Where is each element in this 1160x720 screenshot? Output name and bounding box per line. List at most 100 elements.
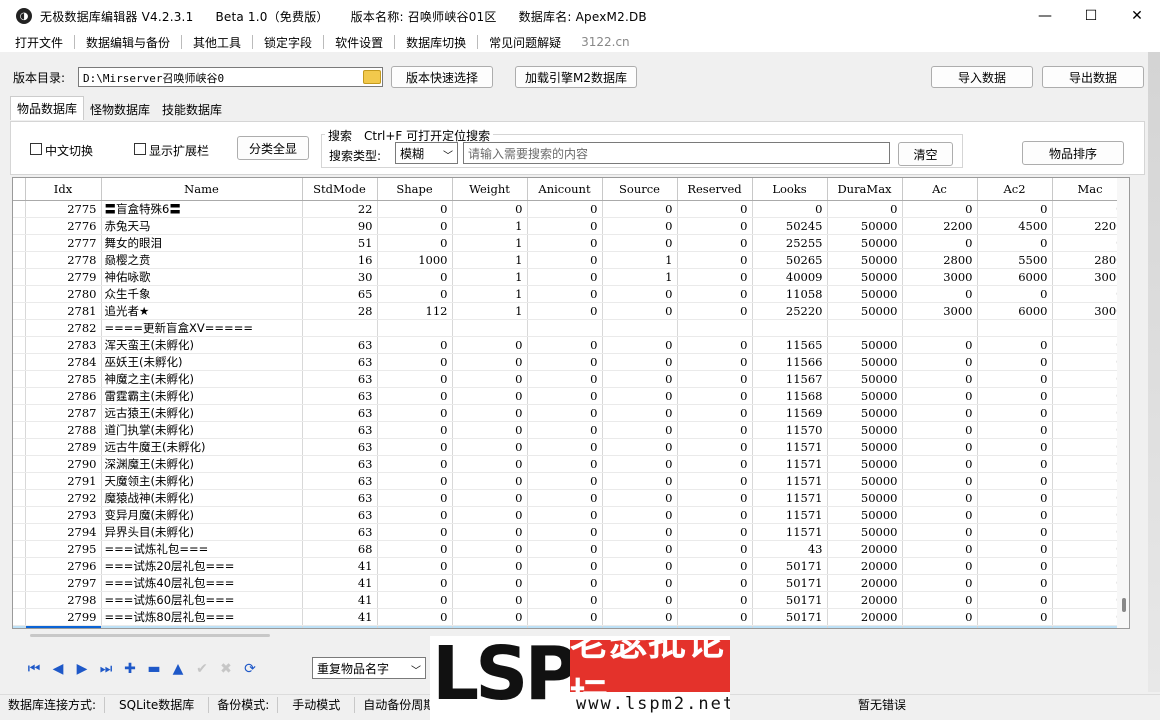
cell-ac2[interactable]: 0 — [977, 404, 1053, 422]
cell-idx[interactable]: 2789 — [25, 438, 102, 456]
cell-shape[interactable]: 0 — [377, 200, 453, 218]
cell-shape[interactable]: 0 — [377, 438, 453, 456]
cell-looks[interactable]: 11567 — [752, 370, 828, 388]
close-button[interactable]: ✕ — [1114, 0, 1160, 32]
cell-shape[interactable] — [377, 319, 453, 337]
cell-stdmode[interactable]: 63 — [302, 387, 378, 405]
cell-name[interactable]: ===试炼礼包=== — [101, 540, 303, 558]
cell-looks[interactable]: 11568 — [752, 387, 828, 405]
cell-stdmode[interactable]: 63 — [302, 438, 378, 456]
items-grid[interactable]: Idx Name StdMode Shape Weight Anicount Source R… — [12, 177, 1130, 629]
table-row[interactable]: 2789远古牛魔王(未孵化)63000001157150000000 — [13, 438, 1129, 456]
cell-reserved[interactable]: 0 — [677, 404, 753, 422]
column-header-ac[interactable]: Ac — [902, 178, 978, 201]
table-row[interactable]: 2782 ====更新盲盒XV===== — [13, 319, 1129, 337]
cell-name[interactable]: 众生千象 — [101, 285, 303, 303]
cell-idx[interactable]: 2781 — [25, 302, 102, 320]
cell-stdmode[interactable]: 41 — [302, 591, 378, 609]
cell-shape[interactable]: 0 — [377, 421, 453, 439]
column-header-name[interactable]: Name — [101, 178, 303, 201]
cell-ac2[interactable]: 0 — [977, 489, 1053, 507]
table-row[interactable]: 2795===试炼礼包===68000004320000000 — [13, 540, 1129, 558]
tab-items[interactable]: 物品数据库 — [10, 96, 85, 120]
prev-icon[interactable]: ◀ — [46, 658, 70, 680]
cell-looks[interactable]: 50171 — [752, 557, 828, 575]
scroll-thumb[interactable] — [1122, 598, 1126, 612]
cell-looks[interactable]: 11570 — [752, 421, 828, 439]
cell-reserved[interactable]: 0 — [677, 625, 753, 628]
cell-ac[interactable]: 0 — [902, 608, 978, 626]
cell-ac[interactable]: 0 — [902, 625, 978, 628]
cell-looks[interactable]: 50171 — [752, 591, 828, 609]
cell-idx[interactable]: 2787 — [25, 404, 102, 422]
row-indicator[interactable] — [13, 302, 26, 320]
cell-weight[interactable]: 0 — [452, 387, 528, 405]
cell-ac[interactable]: 0 — [902, 387, 978, 405]
cell-ac[interactable]: 0 — [902, 574, 978, 592]
cell-ac[interactable]: 0 — [902, 523, 978, 541]
cell-duramax[interactable]: 20000 — [827, 608, 903, 626]
cell-stdmode[interactable]: 41 — [302, 574, 378, 592]
cell-duramax[interactable]: 50000 — [827, 489, 903, 507]
cell-duramax[interactable]: 0 — [827, 200, 903, 218]
row-indicator[interactable] — [13, 285, 26, 303]
cell-ac[interactable]: 0 — [902, 404, 978, 422]
cell-reserved[interactable]: 0 — [677, 438, 753, 456]
cell-ac2[interactable]: 0 — [977, 336, 1053, 354]
table-row[interactable]: 2794异界头目(未孵化)63000001157150000000 — [13, 523, 1129, 541]
column-header-stdmode[interactable]: StdMode — [302, 178, 378, 201]
cell-idx[interactable]: 2776 — [25, 217, 102, 235]
up-icon[interactable]: ▲ — [166, 658, 190, 680]
row-indicator[interactable] — [13, 217, 26, 235]
cell-weight[interactable]: 0 — [452, 472, 528, 490]
cell-shape[interactable]: 0 — [377, 404, 453, 422]
column-header-anicount[interactable]: Anicount — [527, 178, 603, 201]
row-indicator[interactable] — [13, 455, 26, 473]
cell-anicount[interactable]: 0 — [527, 608, 603, 626]
table-row[interactable]: 2777舞女的眼泪51010002525550000000 — [13, 234, 1129, 252]
cell-reserved[interactable]: 0 — [677, 574, 753, 592]
cell-anicount[interactable]: 0 — [527, 625, 603, 628]
table-row[interactable]: 2797===试炼40层礼包===41000005017120000000 — [13, 574, 1129, 592]
cell-source[interactable]: 1 — [602, 251, 678, 269]
cell-source[interactable]: 0 — [602, 353, 678, 371]
cell-ac[interactable]: 0 — [902, 421, 978, 439]
cell-source[interactable]: 0 — [602, 523, 678, 541]
cell-duramax[interactable]: 50000 — [827, 302, 903, 320]
cell-anicount[interactable]: 0 — [527, 336, 603, 354]
row-indicator[interactable] — [13, 489, 26, 507]
cell-name[interactable]: 〓盲盒特殊6〓 — [101, 200, 303, 218]
cell-reserved[interactable]: 0 — [677, 200, 753, 218]
menu-other-tools[interactable]: 其他工具 — [186, 32, 248, 52]
table-row[interactable]: 2783浑天蛮王(未孵化)63000001156550000000 — [13, 336, 1129, 354]
cell-looks[interactable]: 11571 — [752, 455, 828, 473]
cell-anicount[interactable]: 0 — [527, 438, 603, 456]
row-indicator[interactable] — [13, 234, 26, 252]
cell-looks[interactable]: 50245 — [752, 217, 828, 235]
cell-weight[interactable]: 0 — [452, 421, 528, 439]
cell-stdmode[interactable] — [302, 319, 378, 337]
row-indicator[interactable] — [13, 421, 26, 439]
cell-looks[interactable] — [752, 319, 828, 337]
delete-icon[interactable]: ▬ — [142, 658, 166, 680]
cell-reserved[interactable]: 0 — [677, 591, 753, 609]
cell-idx[interactable]: 2797 — [25, 574, 102, 592]
cell-weight[interactable]: 0 — [452, 625, 528, 628]
cell-weight[interactable]: 0 — [452, 608, 528, 626]
cell-anicount[interactable]: 0 — [527, 302, 603, 320]
cell-shape[interactable]: 0 — [377, 387, 453, 405]
cell-reserved[interactable]: 0 — [677, 217, 753, 235]
cell-reserved[interactable]: 0 — [677, 370, 753, 388]
table-row[interactable]: 2776 赤兔天马 90 0 1 0 0 0 50245 50000 2200 4500 2200 — [13, 217, 1129, 235]
cell-reserved[interactable]: 0 — [677, 421, 753, 439]
table-row[interactable]: 2785神魔之主(未孵化)63000001156750000000 — [13, 370, 1129, 388]
cell-shape[interactable]: 0 — [377, 574, 453, 592]
cell-name[interactable]: 天魔领主(未孵化) — [101, 472, 303, 490]
cell-reserved[interactable] — [677, 319, 753, 337]
cell-name[interactable]: 异界头目(未孵化) — [101, 523, 303, 541]
cell-ac[interactable]: 2200 — [902, 217, 978, 235]
cell-stdmode[interactable]: 68 — [302, 540, 378, 558]
refresh-icon[interactable]: ⟳ — [238, 658, 262, 680]
cell-duramax[interactable]: 50000 — [827, 438, 903, 456]
cell-shape[interactable]: 0 — [377, 506, 453, 524]
